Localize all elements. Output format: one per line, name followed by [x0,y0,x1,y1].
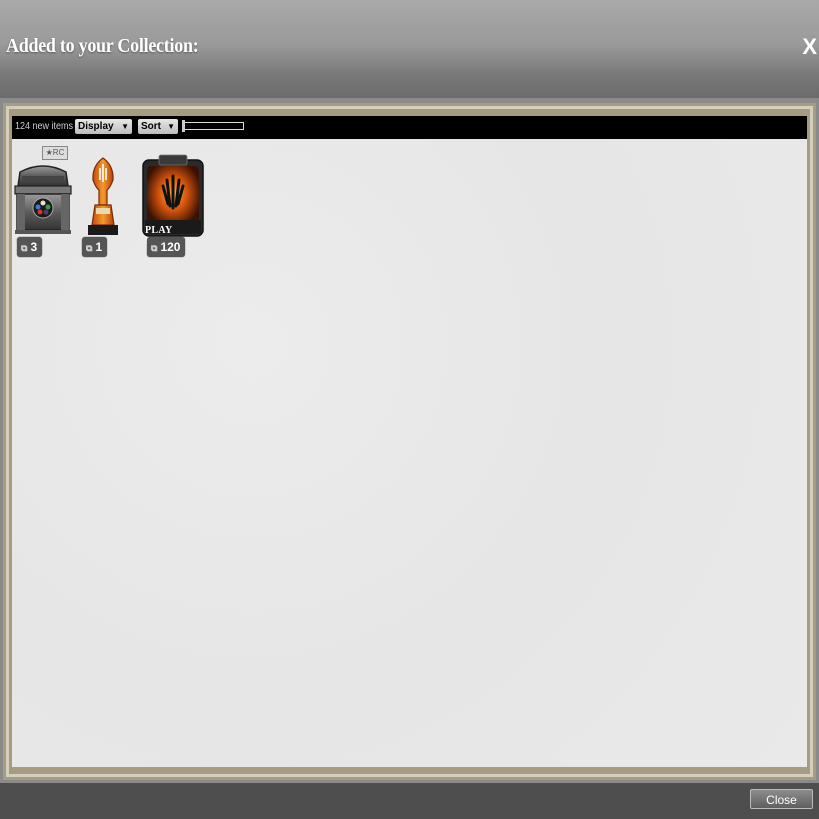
item-count: 124 new items [15,121,74,132]
collection-item-play-point[interactable]: PLAY POINT ⧉120 [141,150,204,260]
collection-toolbar: 124 new items Display ▼ Sort ▼ [12,116,807,139]
trophy-icon [88,157,118,235]
dialog-footer [0,783,819,819]
sort-dropdown-label: Sort [141,121,161,132]
display-dropdown-label: Display [78,121,114,132]
slider-handle[interactable] [182,120,185,132]
copies-icon: ⧉ [151,243,158,253]
display-dropdown[interactable]: Display ▼ [75,119,132,134]
chevron-down-icon: ▼ [121,122,129,131]
collection-dialog: Added to your Collection: X 124 new item… [0,0,819,819]
close-button[interactable]: Close [750,789,813,809]
copies-icon: ⧉ [86,243,93,253]
dialog-header: Added to your Collection: X [0,0,819,98]
item-count-badge: ⧉ 1 [82,237,108,257]
dialog-title: Added to your Collection: [6,35,199,57]
chevron-down-icon: ▼ [167,122,175,131]
item-count-badge: ⧉ 3 [17,237,43,257]
copies-icon: ⧉ [21,243,28,253]
zoom-slider[interactable] [182,120,244,132]
collection-item-trophy[interactable]: ⧉ 1 [78,150,140,260]
collection-item-chest[interactable]: ⧉ 3 [12,150,74,260]
close-icon[interactable]: X [802,34,817,60]
treasure-chest-icon [14,165,72,234]
item-count-badge: ⧉ 120 [147,237,186,257]
sort-dropdown[interactable]: Sort ▼ [138,119,178,134]
